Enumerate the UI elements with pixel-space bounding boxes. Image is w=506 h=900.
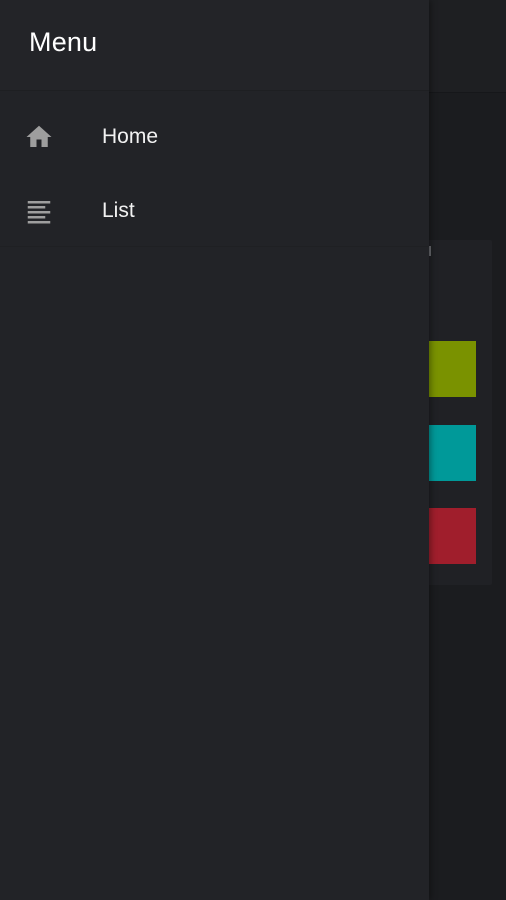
app-screen: Menu Home List (0, 0, 506, 900)
list-icon (24, 196, 54, 226)
home-icon (24, 122, 54, 152)
navigation-drawer: Menu Home List (0, 0, 429, 900)
nav-item-list-label: List (102, 199, 135, 222)
background-fragment (429, 246, 431, 256)
nav-item-list[interactable]: List (0, 174, 429, 248)
nav-item-home[interactable]: Home (0, 100, 429, 174)
nav-item-home-label: Home (102, 125, 159, 148)
drawer-title: Menu (29, 27, 98, 57)
drawer-nav-list: Home List (0, 100, 429, 247)
drawer-header: Menu (0, 0, 429, 91)
